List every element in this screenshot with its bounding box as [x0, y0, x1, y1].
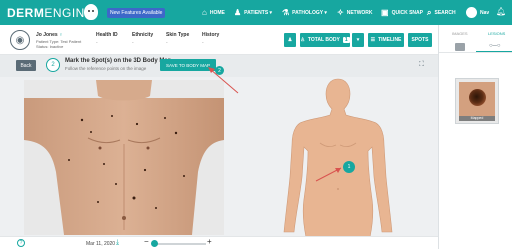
- timeline-icon: ☰: [370, 37, 376, 43]
- person-icon: ♟: [287, 37, 293, 43]
- body-silhouette: [283, 78, 393, 237]
- camera-icon: ▣: [381, 7, 389, 17]
- images-icon: [455, 43, 465, 51]
- torso-photo-drawing: [24, 80, 224, 235]
- tab-lesions[interactable]: LESIONS: [488, 31, 505, 36]
- help-icon[interactable]: ?: [17, 239, 25, 247]
- mapped-label: Mapped: [459, 116, 495, 121]
- user-name[interactable]: Nav: [480, 10, 489, 16]
- health-id-value: -: [96, 40, 98, 46]
- patient-header: ◉ Jo Jones ♀ Patient Type: Test Patient S…: [0, 25, 438, 55]
- add-person-button[interactable]: ♟: [284, 33, 296, 47]
- guide-arrow: [208, 67, 239, 94]
- timeline-button[interactable]: ☰ TIMELINE: [368, 33, 404, 47]
- total-body-count: 1: [342, 37, 350, 43]
- patients-icon: ♟: [234, 7, 242, 17]
- fullscreen-icon[interactable]: ⛶: [419, 61, 424, 69]
- body-map-3d[interactable]: [258, 77, 418, 237]
- pathology-icon: ⚗: [282, 7, 290, 17]
- navel: [337, 188, 339, 190]
- health-id-label: Health ID: [96, 32, 118, 38]
- network-icon: ✧: [337, 7, 344, 17]
- skin-type-label: Skin Type: [166, 32, 190, 38]
- zoom-slider-handle[interactable]: [151, 240, 159, 247]
- gender-icon: ♀: [59, 32, 63, 38]
- image-footer: ? Mar 11, 2020 ⤓ − +: [0, 236, 438, 249]
- tab-images[interactable]: IMAGES: [452, 31, 468, 36]
- step-number: 2: [46, 58, 60, 72]
- mascot-icon: [84, 4, 98, 20]
- nav-quick-snap[interactable]: ▣ QUICK SNAP: [381, 0, 423, 25]
- history-value: -: [202, 40, 204, 46]
- nav-pathology[interactable]: ⚗ PATHOLOGY ▾: [282, 0, 327, 25]
- notification-bell-icon[interactable]: 🔔︎: [496, 7, 506, 16]
- image-date: Mar 11, 2020: [86, 241, 116, 247]
- zoom-in-button[interactable]: +: [207, 237, 212, 246]
- history-label: History: [202, 32, 220, 38]
- search-icon: ⌕: [427, 7, 432, 17]
- lesion-thumbnail[interactable]: Mapped: [455, 78, 499, 124]
- new-features-badge[interactable]: New Features Available: [107, 8, 166, 18]
- nav-home[interactable]: ⌂ HOME: [202, 0, 225, 25]
- zoom-slider[interactable]: [152, 243, 206, 245]
- skin-type-value: -: [166, 40, 168, 46]
- lesion-image: [459, 82, 495, 116]
- top-navigation-bar: DERMENGINE New Features Available ⌂ HOME …: [0, 0, 512, 25]
- body-spot-marker[interactable]: 1: [343, 161, 355, 173]
- brand-logo[interactable]: DERMENGINE: [7, 6, 93, 20]
- spots-button[interactable]: SPOTS: [408, 33, 432, 47]
- nav-patients[interactable]: ♟ PATIENTS ▾: [234, 0, 272, 25]
- ethnicity-value: -: [132, 40, 134, 46]
- zoom-out-button[interactable]: −: [144, 237, 149, 246]
- body-icon: ♙: [300, 37, 305, 43]
- patient-avatar-icon: ◉: [10, 30, 30, 50]
- nav-network[interactable]: ✧ NETWORK: [337, 0, 373, 25]
- download-icon[interactable]: ⤓: [116, 239, 119, 247]
- step-title: Mark the Spot(s) on the 3D Body Map: [65, 58, 172, 64]
- ethnicity-label: Ethnicity: [132, 32, 154, 38]
- chevron-down-icon: ▾: [356, 37, 360, 43]
- nav-search[interactable]: ⌕ SEARCH: [427, 0, 456, 25]
- user-avatar[interactable]: [466, 7, 477, 18]
- total-body-button[interactable]: ♙ TOTAL BODY 1: [300, 33, 350, 47]
- mole-spot: [469, 89, 486, 106]
- total-body-dropdown-button[interactable]: ▾: [352, 33, 364, 47]
- back-button[interactable]: Back: [16, 60, 36, 71]
- patient-meta: Patient Type: Test Patient Status: Inacti…: [36, 39, 82, 49]
- side-panel: IMAGES LESIONS ○─○ Mapped: [438, 25, 512, 249]
- work-area: 1: [0, 77, 438, 249]
- home-icon: ⌂: [202, 7, 207, 17]
- lesions-icon: ○─○: [489, 43, 501, 49]
- patient-torso-photo[interactable]: [24, 80, 224, 235]
- step-subtitle: Follow the reference points on the image: [65, 66, 147, 71]
- tab-divider: [439, 52, 512, 53]
- patient-name[interactable]: Jo Jones ♀: [36, 32, 63, 38]
